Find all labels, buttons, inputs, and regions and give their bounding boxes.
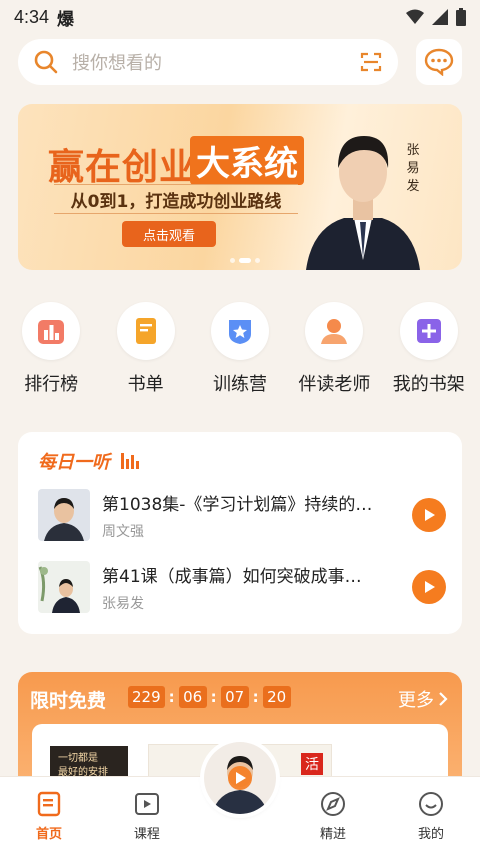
teacher-icon: [321, 319, 348, 344]
episode-author: 周文强: [102, 523, 144, 540]
wifi-icon: [406, 9, 424, 24]
quick-nav-label: 我的书架: [392, 374, 465, 395]
carousel-dot-active: [239, 258, 251, 263]
status-time: 4:34: [14, 6, 50, 27]
tab-label: 课程: [133, 827, 160, 842]
banner-subtitle: 从0到1，打造成功创业路线: [54, 184, 298, 214]
status-icons: [406, 8, 466, 26]
quick-nav-label: 训练营: [212, 374, 267, 395]
countdown-days: 229: [128, 686, 165, 708]
now-playing-button[interactable]: [204, 742, 276, 814]
play-icon: [425, 581, 435, 593]
episode-thumbnail: [38, 489, 90, 541]
search-icon: [34, 50, 58, 74]
scan-icon[interactable]: [360, 51, 382, 73]
more-link[interactable]: 更多: [398, 686, 448, 712]
episode-thumbnail: [38, 561, 90, 613]
ranking-icon: [38, 320, 65, 344]
banner-title-b: 大系统: [190, 136, 304, 185]
chevron-right-icon: [439, 692, 448, 706]
episode-title: 第41课（成事篇）如何突破成事…: [102, 566, 362, 587]
quick-nav-training[interactable]: 训练营: [194, 302, 286, 398]
countdown-seconds: 20: [262, 686, 291, 708]
tab-home[interactable]: 首页: [0, 777, 98, 853]
tab-course[interactable]: 课程: [98, 777, 196, 853]
quick-nav-ranking[interactable]: 排行榜: [5, 302, 97, 398]
profile-smile-icon: [418, 792, 443, 816]
carousel-dots: [230, 258, 260, 263]
more-label: 更多: [398, 690, 434, 711]
quick-nav-teacher[interactable]: 伴读老师: [288, 302, 380, 398]
now-playing-avatar: [204, 742, 276, 814]
play-button[interactable]: [412, 570, 446, 604]
countdown-minutes: 07: [220, 686, 249, 708]
training-camp-icon: [228, 320, 251, 344]
search-input[interactable]: 搜你想看的: [18, 39, 398, 85]
message-button[interactable]: [416, 39, 462, 85]
countdown-hours: 06: [178, 686, 207, 708]
tab-label: 首页: [35, 827, 62, 842]
tab-improve[interactable]: 精进: [284, 777, 382, 853]
carousel-dot: [230, 258, 235, 263]
signal-icon: [432, 9, 448, 25]
status-bar: 4:34 爆: [0, 0, 480, 34]
banner-title-a: 赢在创业: [48, 147, 197, 188]
daily-listen-header: 每日一听: [38, 448, 140, 474]
play-button[interactable]: [412, 498, 446, 532]
banner-cta-button[interactable]: 点击观看: [122, 221, 216, 247]
quick-nav: 排行榜 书单 训练营 伴读老师 我的书架: [0, 302, 480, 398]
home-book-icon: [37, 791, 61, 817]
book-cover-char: 活: [301, 753, 323, 775]
course-play-icon: [134, 793, 159, 815]
booklist-icon: [135, 318, 156, 344]
quick-nav-booklist[interactable]: 书单: [100, 302, 192, 398]
daily-listen-card: 每日一听 第1038集-《学习计划篇》持续的… 周文强 第41课（成事篇）如何突…: [18, 432, 462, 634]
tab-mine[interactable]: 我的: [382, 777, 480, 853]
quick-nav-label: 伴读老师: [298, 374, 371, 395]
notification-icon: 爆: [57, 9, 75, 30]
list-item[interactable]: 第41课（成事篇）如何突破成事… 张易发: [38, 560, 446, 614]
quick-nav-label: 排行榜: [24, 374, 79, 395]
carousel-dot: [255, 258, 260, 263]
chat-bubble-icon: [424, 48, 454, 76]
quick-nav-label: 书单: [127, 374, 164, 395]
search-placeholder: 搜你想看的: [72, 53, 162, 74]
promo-banner[interactable]: 赢在创业 大系统 从0到1，打造成功创业路线 点击观看 张易发: [18, 104, 462, 270]
quick-nav-bookshelf[interactable]: 我的书架: [383, 302, 475, 398]
daily-listen-title: 每日一听: [38, 452, 110, 473]
tab-label: 精进: [320, 827, 347, 842]
episode-title: 第1038集-《学习计划篇》持续的…: [102, 494, 373, 515]
audio-bars-icon: [121, 453, 139, 469]
list-item[interactable]: 第1038集-《学习计划篇》持续的… 周文强: [38, 488, 446, 542]
battery-icon: [456, 8, 466, 26]
limited-free-title: 限时免费: [30, 690, 107, 712]
search-row: 搜你想看的: [18, 38, 462, 86]
tab-label: 我的: [417, 827, 444, 842]
banner-speaker-name: 张易发: [406, 143, 420, 194]
play-icon: [425, 509, 435, 521]
bookshelf-icon: [416, 319, 441, 343]
countdown-timer: 229 : 06 : 07 : 20: [128, 686, 291, 708]
episode-author: 张易发: [102, 595, 144, 612]
compass-icon: [321, 792, 346, 816]
